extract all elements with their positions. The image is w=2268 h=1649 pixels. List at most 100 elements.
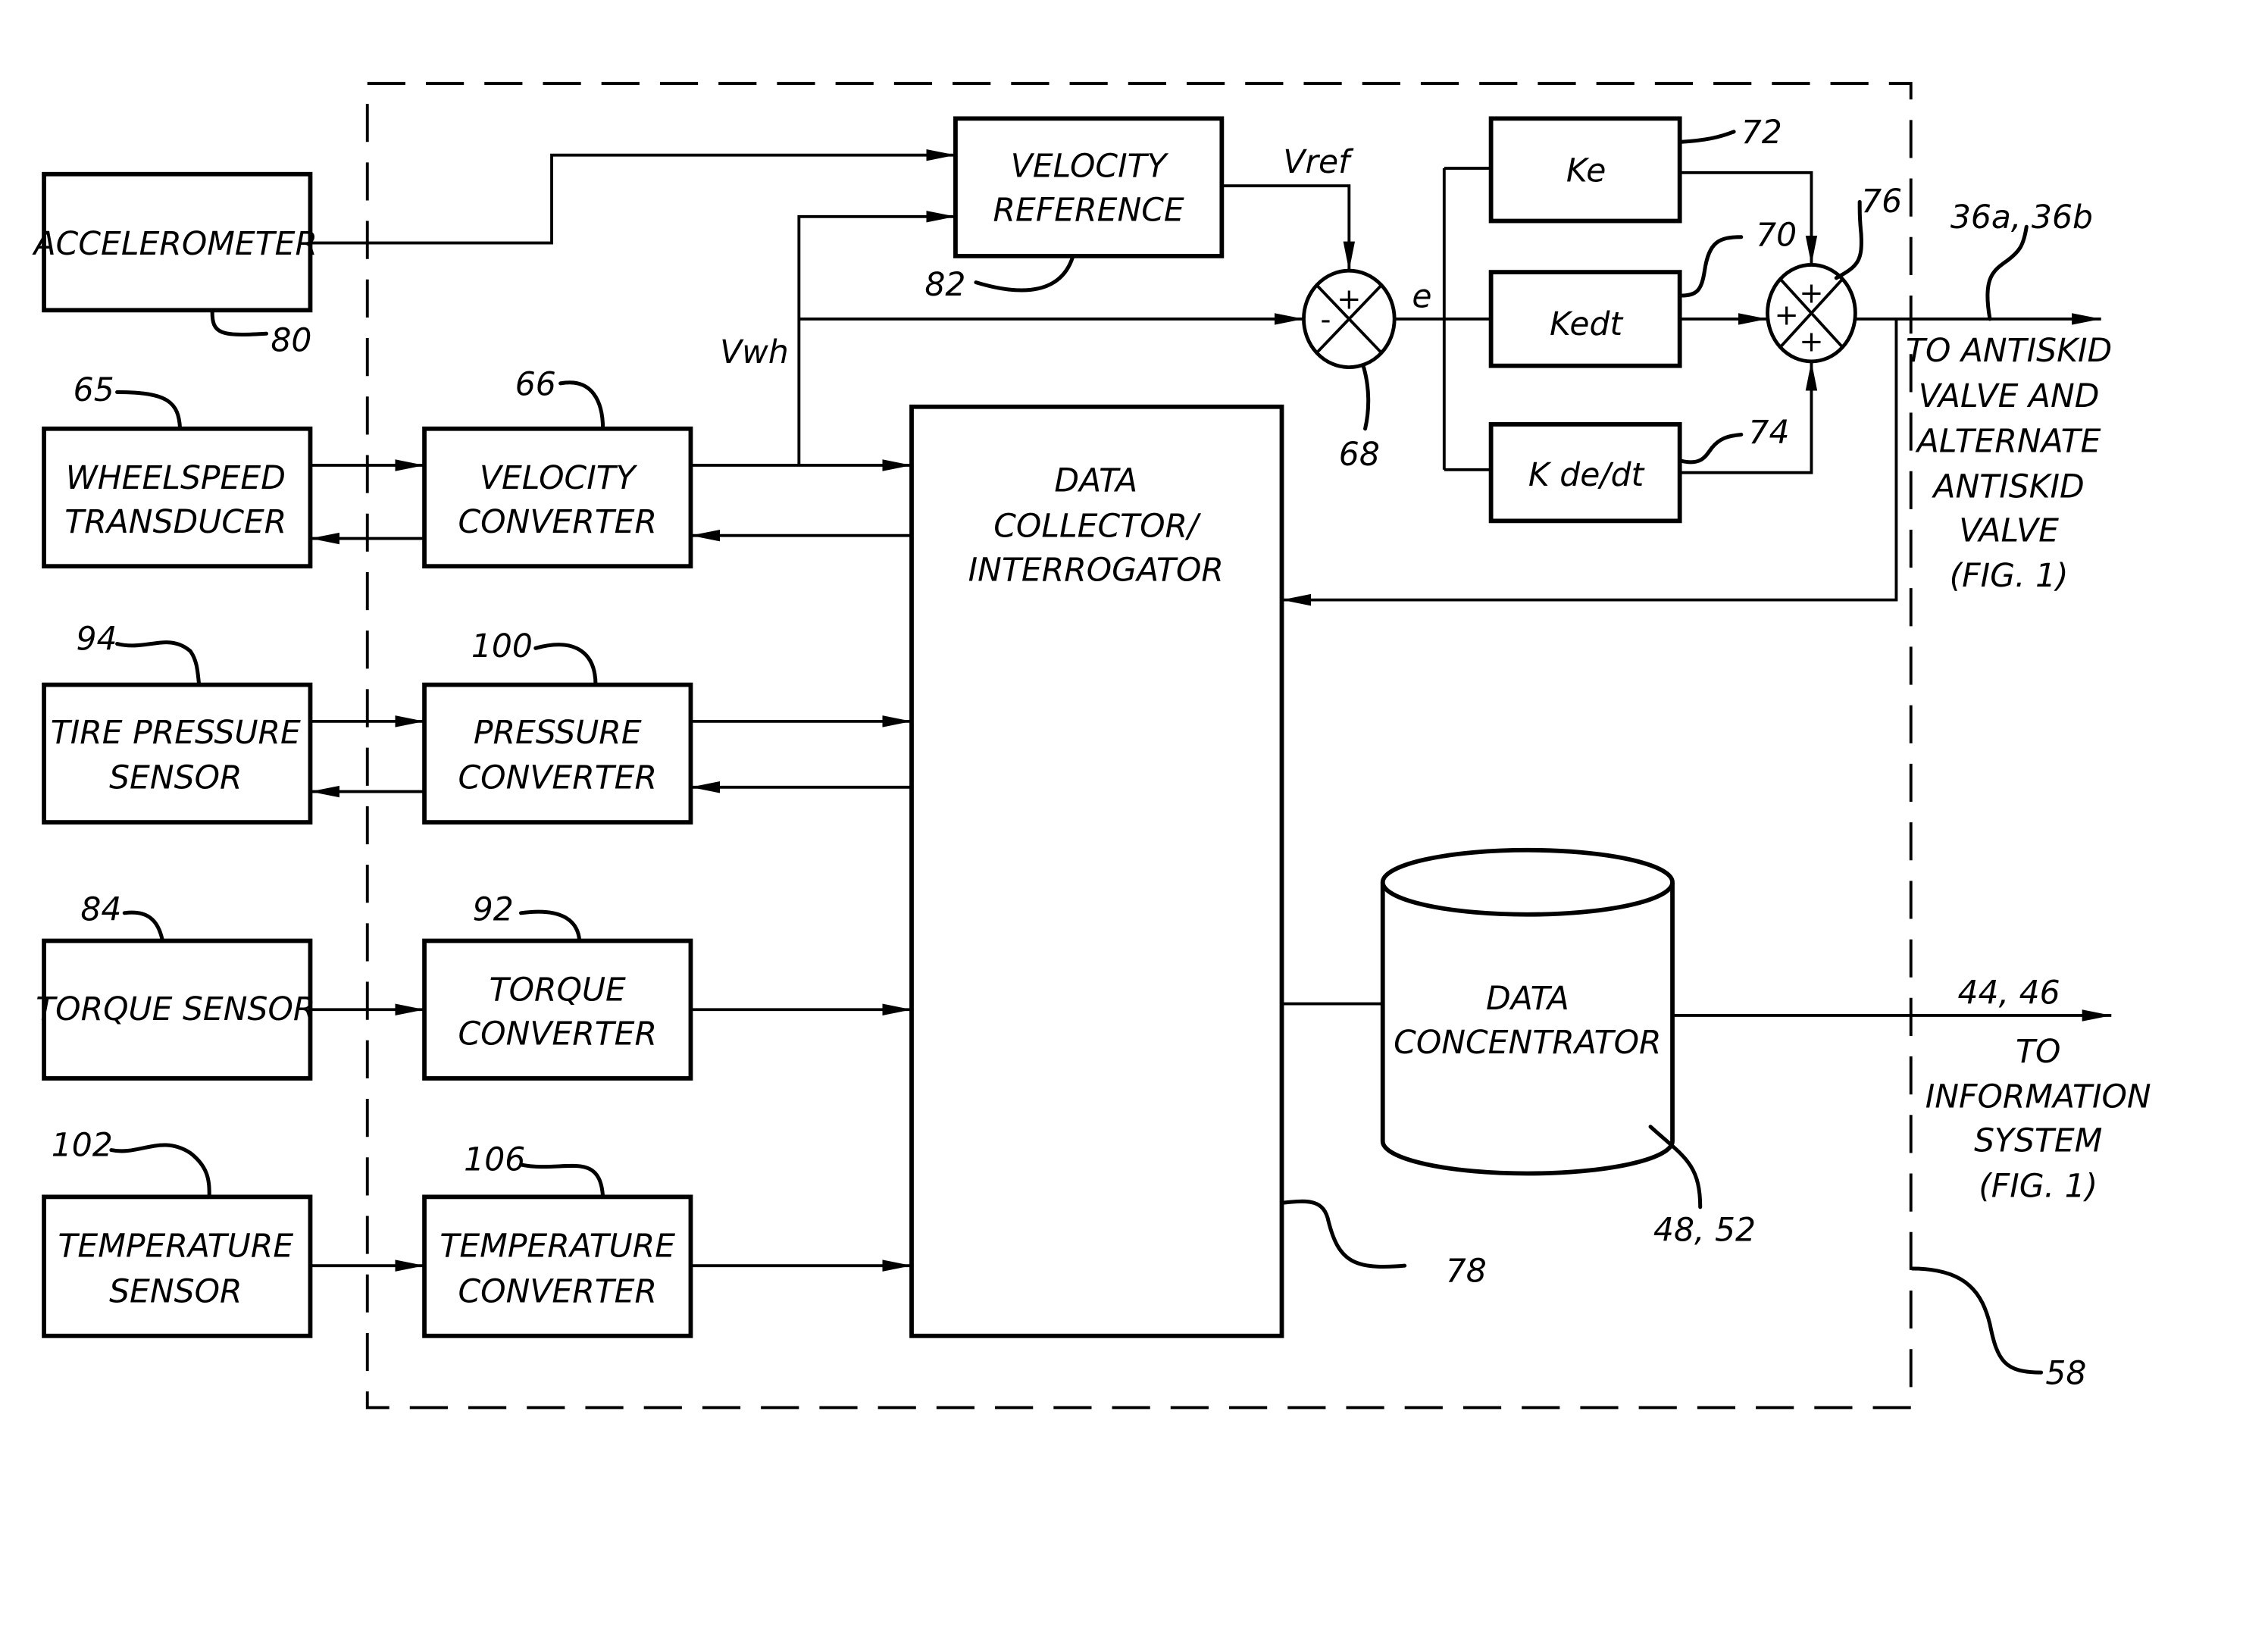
temperature-sensor-block: TEMPERATURE SENSOR [42,1194,313,1338]
velocity-converter-block: VELOCITY CONVERTER [422,426,693,569]
antiskid-ref-leader [1985,224,2029,321]
svg-text:CONVERTER: CONVERTER [458,1016,658,1053]
kedt-ref-leader [1679,235,1744,298]
ke-block: Ke [1488,116,1682,224]
svg-text:+: + [1799,324,1823,358]
svg-text:(FIG. 1): (FIG. 1) [1950,558,2069,595]
temperature-sensor-ref: 102 [52,1127,113,1164]
enclosure-ref-leader [1910,1266,2044,1375]
svg-text:PRESSURE: PRESSURE [474,715,642,752]
svg-text:CONVERTER: CONVERTER [458,1273,658,1310]
kedt-ref: 70 [1756,217,1797,254]
temperature-converter-block: TEMPERATURE CONVERTER [422,1194,693,1338]
error-summer-ref: 68 [1339,436,1380,474]
torque-sensor-ref-leader [122,910,164,943]
vwh-signal-label: Vwh [720,334,789,371]
information-output-label: TO INFORMATION SYSTEM (FIG. 1) [1925,1034,2151,1206]
svg-text:SENSOR: SENSOR [109,1273,242,1310]
svg-text:+: + [1774,299,1798,333]
temperature-converter-ref-leader [518,1162,605,1199]
kdedt-block: K de/dt [1488,422,1682,524]
svg-text:VALVE: VALVE [1959,512,2059,549]
data-concentrator-cylinder: DATA CONCENTRATOR [1380,847,1675,1176]
velocity-converter-ref: 66 [515,366,556,403]
svg-text:SYSTEM: SYSTEM [1974,1123,2102,1160]
output-summer-ref-leader [1834,199,1863,280]
svg-text:TRANSDUCER: TRANSDUCER [64,504,286,541]
svg-text:K de/dt: K de/dt [1528,457,1645,494]
ke-ref: 72 [1741,114,1782,152]
velocity-reference-ref-leader [974,255,1075,293]
svg-text:INFORMATION: INFORMATION [1925,1079,2151,1116]
svg-text:VELOCITY: VELOCITY [1011,149,1169,186]
block-diagram: 58 ACCELEROMETER 80 WHEELSPEED TRANSDUCE… [32,82,2151,1410]
pressure-converter-block: PRESSURE CONVERTER [422,682,693,824]
data-collector-block: DATA COLLECTOR/ INTERROGATOR [909,404,1284,1338]
svg-text:ANTISKID: ANTISKID [1931,468,2084,505]
error-summing-junction: + - [1302,268,1397,370]
accelerometer-block: ACCELEROMETER [32,171,318,313]
kdedt-ref-leader [1679,432,1744,465]
svg-text:Kedt: Kedt [1550,306,1623,343]
pressure-converter-ref-leader [533,643,598,687]
svg-text:TORQUE SENSOR: TORQUE SENSOR [36,991,315,1028]
torque-sensor-block: TORQUE SENSOR [36,938,315,1081]
data-concentrator-ref: 48, 52 [1653,1212,1756,1249]
svg-text:(FIG. 1): (FIG. 1) [1979,1168,2098,1205]
information-ref: 44, 46 [1958,975,2060,1012]
svg-text:ACCELEROMETER: ACCELEROMETER [32,226,318,263]
svg-text:COLLECTOR/: COLLECTOR/ [993,508,1202,546]
output-summer-ref: 76 [1861,183,1902,221]
tire-pressure-ref-leader [115,640,202,687]
torque-converter-ref-leader [518,909,582,943]
tire-pressure-sensor-block: TIRE PRESSURE SENSOR [42,682,313,824]
antiskid-output-label: TO ANTISKID VALVE AND ALTERNATE ANTISKID… [1906,333,2112,595]
torque-converter-block: TORQUE CONVERTER [422,938,693,1081]
svg-text:+: + [1337,282,1361,316]
wheelspeed-transducer-block: WHEELSPEED TRANSDUCER [42,426,313,569]
svg-text:REFERENCE: REFERENCE [993,192,1184,230]
velocity-reference-block: VELOCITY REFERENCE [953,116,1225,258]
svg-text:+: + [1799,277,1823,311]
svg-text:CONCENTRATOR: CONCENTRATOR [1394,1025,1661,1062]
svg-text:TORQUE: TORQUE [490,972,626,1009]
pressure-converter-ref: 100 [471,628,533,665]
svg-text:VELOCITY: VELOCITY [480,460,638,497]
data-collector-ref: 78 [1446,1253,1487,1290]
svg-text:WHEELSPEED: WHEELSPEED [66,460,286,497]
svg-text:TO ANTISKID: TO ANTISKID [1906,333,2112,370]
svg-text:CONVERTER: CONVERTER [458,504,658,541]
velocity-reference-ref: 82 [924,267,965,304]
kdedt-ref: 74 [1748,415,1789,452]
svg-text:-: - [1320,302,1331,336]
temperature-converter-ref: 106 [464,1142,525,1179]
error-signal-label: e [1412,278,1431,315]
accelerometer-ref-leader [210,309,269,336]
svg-text:TEMPERATURE: TEMPERATURE [440,1228,675,1266]
svg-text:DATA: DATA [1486,981,1569,1018]
svg-text:VALVE AND: VALVE AND [1919,378,2100,415]
tire-pressure-ref: 94 [77,621,117,658]
svg-text:TO: TO [2016,1034,2060,1071]
data-collector-ref-leader [1281,1199,1407,1269]
vref-signal-label: Vref [1283,144,1354,181]
enclosure-ref: 58 [2045,1356,2086,1393]
svg-text:TEMPERATURE: TEMPERATURE [58,1228,293,1266]
wheelspeed-ref: 65 [74,372,114,409]
torque-sensor-ref: 84 [80,891,121,928]
svg-text:CONVERTER: CONVERTER [458,760,658,797]
velocity-converter-ref-leader [558,380,605,431]
svg-text:SENSOR: SENSOR [109,760,242,797]
kedt-block: Kedt [1488,270,1682,368]
temperature-sensor-ref-leader [109,1143,211,1199]
output-summing-junction: + + + [1766,263,1857,364]
accelerometer-ref: 80 [271,322,311,359]
error-summer-ref-leader [1362,365,1371,431]
torque-converter-ref: 92 [473,891,514,928]
svg-text:Ke: Ke [1566,152,1606,189]
wheelspeed-ref-leader [115,390,183,431]
ke-ref-leader [1679,130,1736,144]
antiskid-ref: 36a, 36b [1950,199,2093,236]
svg-text:DATA: DATA [1054,463,1137,500]
svg-text:TIRE PRESSURE: TIRE PRESSURE [51,715,301,752]
